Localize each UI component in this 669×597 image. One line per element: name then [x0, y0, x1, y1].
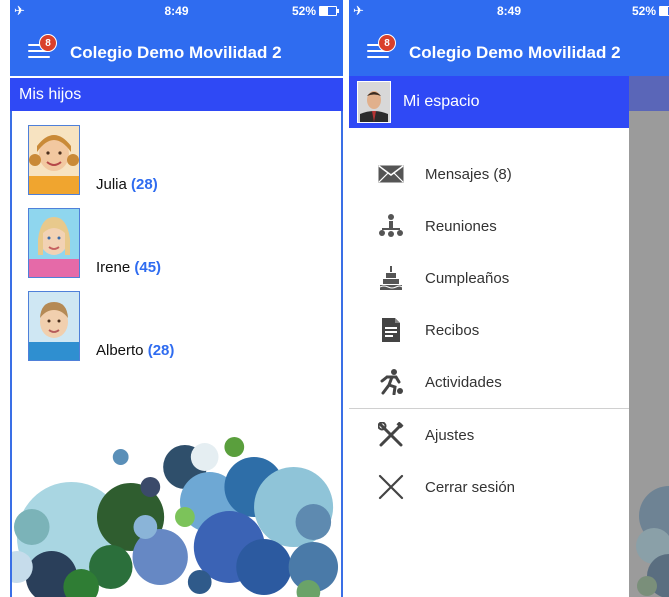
- child-count: (45): [134, 259, 162, 276]
- meeting-icon: [377, 212, 405, 240]
- menu-item-cumpleanos[interactable]: Cumpleaños: [349, 252, 629, 304]
- overlay-header-strip: [629, 76, 669, 111]
- drawer-menu: Mensajes (8) Reuniones Cumpleaños Recibo…: [349, 148, 629, 513]
- children-screen: ✈ 8:49 52% 8 Colegio Demo Movilidad 2 Mi…: [10, 0, 343, 597]
- app-header: 8 Colegio Demo Movilidad 2: [349, 20, 669, 76]
- menu-label: Cumpleaños: [425, 269, 510, 287]
- app-title: Colegio Demo Movilidad 2: [409, 43, 621, 62]
- child-row-irene[interactable]: Irene (45): [28, 208, 161, 278]
- child-label: Alberto (28): [96, 342, 174, 359]
- status-time: 8:49: [496, 4, 522, 18]
- child-label: Irene (45): [96, 259, 161, 276]
- tools-icon: [377, 421, 405, 449]
- close-icon: [377, 473, 405, 501]
- notification-badge: 8: [39, 34, 57, 52]
- envelope-icon: [377, 160, 405, 188]
- battery-status: 52%: [632, 4, 669, 18]
- menu-item-actividades[interactable]: Actividades: [349, 356, 629, 408]
- battery-status: 52%: [291, 4, 339, 18]
- child-photo: [28, 125, 80, 195]
- child-count: (28): [147, 342, 175, 359]
- drawer-title: Mi espacio: [403, 93, 480, 110]
- activity-icon: [377, 368, 405, 396]
- battery-icon: [319, 6, 339, 16]
- child-photo: [28, 291, 80, 361]
- battery-percent: 52%: [291, 4, 316, 18]
- avatar: [357, 81, 391, 123]
- battery-icon: [659, 6, 669, 16]
- receipt-icon: [377, 316, 405, 344]
- status-bar: ✈ 8:49 52%: [10, 0, 343, 20]
- menu-label: Reuniones: [425, 217, 497, 235]
- menu-label: Actividades: [425, 373, 502, 391]
- overlay-bubbles: [636, 486, 669, 597]
- status-bar: ✈ 8:49 52%: [349, 0, 669, 20]
- child-name: Alberto: [96, 342, 144, 359]
- child-row-julia[interactable]: Julia (28): [28, 125, 158, 195]
- child-count: (28): [131, 176, 158, 193]
- child-row-alberto[interactable]: Alberto (28): [28, 291, 174, 361]
- section-title: Mis hijos: [10, 78, 343, 111]
- drawer-overlay[interactable]: [629, 76, 669, 597]
- notification-badge: 8: [378, 34, 396, 52]
- menu-item-cerrar-sesion[interactable]: Cerrar sesión: [349, 461, 629, 513]
- decorative-bubbles: [12, 437, 339, 597]
- menu-item-reuniones[interactable]: Reuniones: [349, 200, 629, 252]
- drawer-header[interactable]: Mi espacio: [349, 76, 629, 128]
- children-list: Julia (28) Irene (45) Alberto (28): [10, 111, 343, 597]
- menu-item-recibos[interactable]: Recibos: [349, 304, 629, 356]
- menu-item-mensajes[interactable]: Mensajes (8): [349, 148, 629, 200]
- app-title: Colegio Demo Movilidad 2: [70, 43, 282, 62]
- menu-item-ajustes[interactable]: Ajustes: [349, 409, 629, 461]
- side-drawer: Mi espacio Mensajes (8) Reuniones Cumple…: [349, 76, 629, 597]
- cake-icon: [377, 264, 405, 292]
- menu-label: Mensajes (8): [425, 165, 512, 183]
- child-photo: [28, 208, 80, 278]
- menu-label: Cerrar sesión: [425, 478, 516, 496]
- child-label: Julia (28): [96, 176, 158, 193]
- app-header: 8 Colegio Demo Movilidad 2: [10, 20, 343, 76]
- child-name: Irene: [96, 259, 131, 276]
- child-name: Julia: [96, 176, 127, 193]
- battery-percent: 52%: [631, 4, 656, 18]
- menu-label: Recibos: [425, 321, 480, 339]
- drawer-screen: ✈ 8:49 52% 8 Colegio Demo Movilidad 2 Mi…: [349, 0, 669, 597]
- menu-label: Ajustes: [425, 426, 475, 444]
